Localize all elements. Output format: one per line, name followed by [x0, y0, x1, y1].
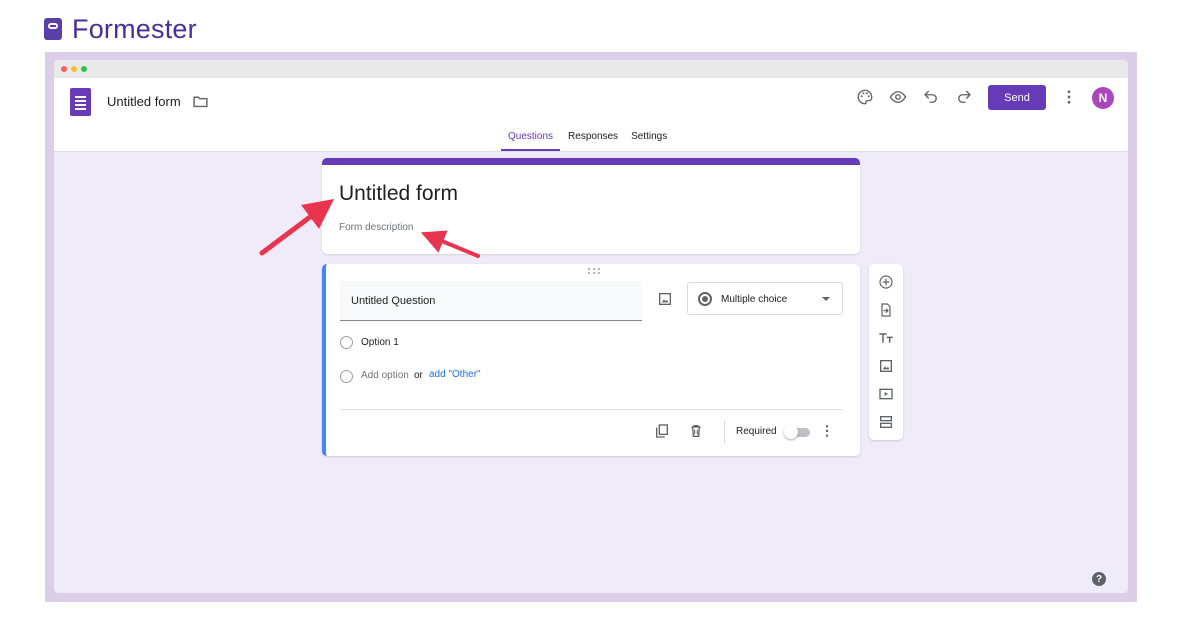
brand-header: Formester [44, 14, 197, 44]
side-toolbar [869, 264, 903, 440]
question-title-text: Untitled Question [351, 295, 436, 307]
screenshot-frame: Untitled form Send N Questions Responses… [45, 52, 1137, 602]
add-other-link[interactable]: add "Other" [429, 369, 481, 380]
add-option-radio [340, 370, 353, 383]
app-header: Untitled form Send N Questions Responses… [54, 78, 1128, 152]
add-option-link[interactable]: Add option [361, 370, 409, 381]
add-section-icon[interactable] [878, 414, 894, 430]
browser-window: Untitled form Send N Questions Responses… [54, 60, 1128, 593]
undo-icon[interactable] [922, 88, 940, 106]
card-divider [340, 409, 843, 410]
window-close-dot[interactable] [61, 66, 67, 72]
window-minimize-dot[interactable] [71, 66, 77, 72]
tab-questions[interactable]: Questions [501, 130, 561, 151]
question-card: Untitled Question Multiple choice Option… [322, 264, 860, 456]
question-title-input[interactable]: Untitled Question [340, 281, 642, 321]
folder-icon[interactable] [192, 93, 209, 110]
window-maximize-dot[interactable] [81, 66, 87, 72]
send-button[interactable]: Send [988, 85, 1046, 110]
formester-logo-icon [44, 18, 62, 40]
help-icon[interactable]: ? [1092, 572, 1106, 586]
form-title[interactable]: Untitled form [107, 94, 181, 109]
redo-icon[interactable] [955, 88, 973, 106]
import-questions-icon[interactable] [878, 302, 894, 318]
add-title-icon[interactable] [878, 330, 894, 346]
preview-eye-icon[interactable] [889, 88, 907, 106]
required-toggle-knob[interactable] [784, 425, 798, 439]
form-tabs: Questions Responses Settings [501, 130, 675, 151]
form-title-heading[interactable]: Untitled form [339, 182, 458, 206]
more-vert-icon[interactable] [1060, 88, 1078, 106]
radio-button-icon [698, 292, 712, 306]
required-label: Required [736, 426, 777, 437]
delete-icon[interactable] [688, 423, 704, 439]
avatar[interactable]: N [1092, 87, 1114, 109]
form-description-field[interactable]: Form description [339, 222, 413, 233]
tab-settings[interactable]: Settings [626, 130, 672, 151]
window-titlebar [54, 60, 1128, 78]
add-image-icon[interactable] [878, 358, 894, 374]
add-image-icon[interactable] [657, 291, 673, 307]
palette-icon[interactable] [856, 88, 874, 106]
chevron-down-icon [822, 297, 830, 301]
add-video-icon[interactable] [878, 386, 894, 402]
question-type-select[interactable]: Multiple choice [687, 282, 843, 315]
duplicate-icon[interactable] [654, 423, 670, 439]
more-options-icon[interactable] [819, 423, 835, 439]
forms-doc-icon[interactable] [70, 88, 91, 116]
drag-handle-icon[interactable] [587, 267, 601, 275]
question-type-label: Multiple choice [721, 294, 788, 305]
option-radio[interactable] [340, 336, 353, 349]
tab-responses[interactable]: Responses [563, 130, 623, 151]
form-title-card: Untitled form Form description [322, 158, 860, 254]
option-label[interactable]: Option 1 [361, 337, 399, 348]
footer-separator [724, 420, 725, 444]
add-question-icon[interactable] [878, 274, 894, 290]
brand-name: Formester [72, 13, 197, 44]
or-text: or [414, 370, 423, 381]
